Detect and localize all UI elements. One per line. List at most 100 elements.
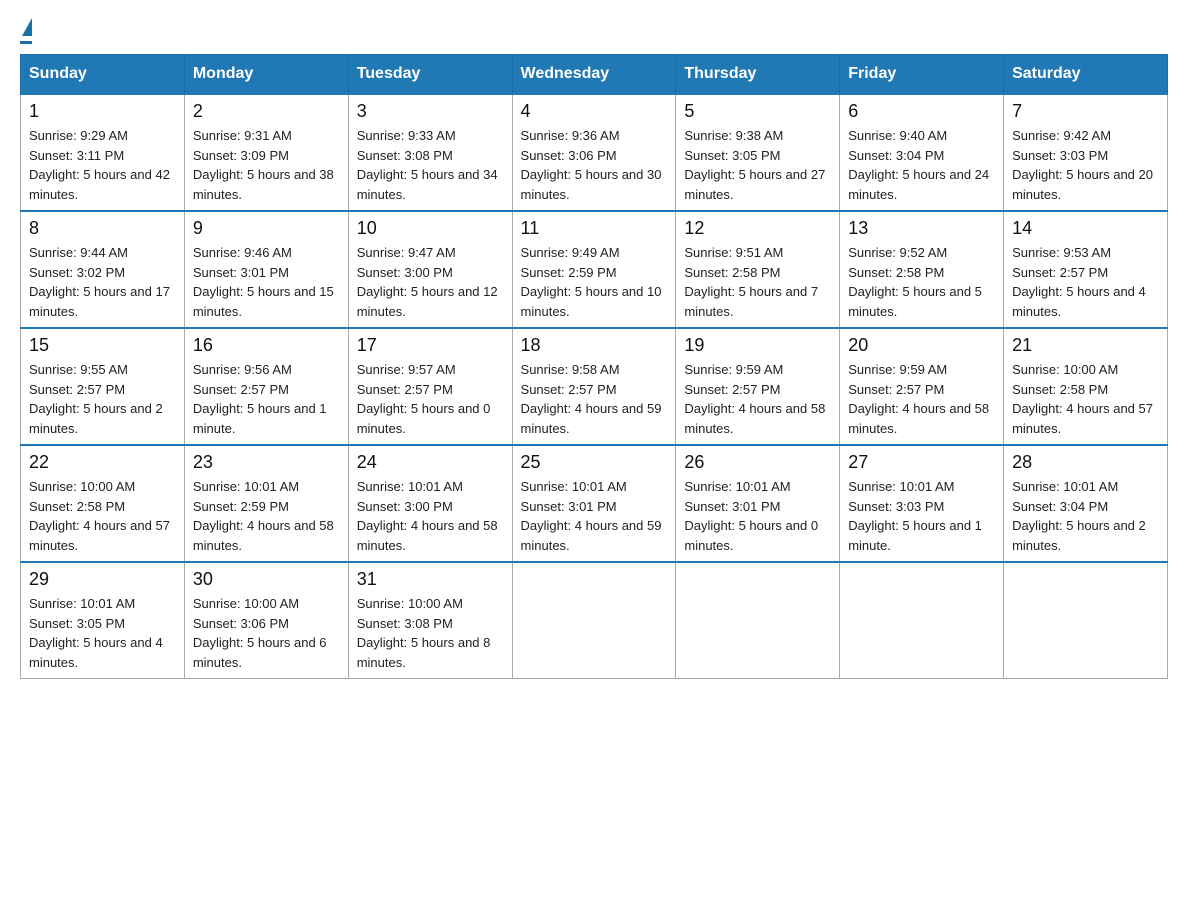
day-number: 14 [1012,218,1159,239]
day-info: Sunrise: 9:56 AM Sunset: 2:57 PM Dayligh… [193,360,340,438]
day-info: Sunrise: 9:55 AM Sunset: 2:57 PM Dayligh… [29,360,176,438]
day-info: Sunrise: 10:01 AM Sunset: 3:05 PM Daylig… [29,594,176,672]
calendar-cell: 7 Sunrise: 9:42 AM Sunset: 3:03 PM Dayli… [1004,94,1168,211]
day-info: Sunrise: 10:00 AM Sunset: 2:58 PM Daylig… [1012,360,1159,438]
day-info: Sunrise: 9:44 AM Sunset: 3:02 PM Dayligh… [29,243,176,321]
day-number: 16 [193,335,340,356]
calendar-cell: 24 Sunrise: 10:01 AM Sunset: 3:00 PM Day… [348,445,512,562]
day-info: Sunrise: 9:38 AM Sunset: 3:05 PM Dayligh… [684,126,831,204]
calendar-week-row: 8 Sunrise: 9:44 AM Sunset: 3:02 PM Dayli… [21,211,1168,328]
calendar-cell: 16 Sunrise: 9:56 AM Sunset: 2:57 PM Dayl… [184,328,348,445]
calendar-cell: 4 Sunrise: 9:36 AM Sunset: 3:06 PM Dayli… [512,94,676,211]
day-info: Sunrise: 10:00 AM Sunset: 3:08 PM Daylig… [357,594,504,672]
day-number: 13 [848,218,995,239]
calendar-cell: 27 Sunrise: 10:01 AM Sunset: 3:03 PM Day… [840,445,1004,562]
calendar-cell [512,562,676,679]
day-info: Sunrise: 9:58 AM Sunset: 2:57 PM Dayligh… [521,360,668,438]
calendar-week-row: 29 Sunrise: 10:01 AM Sunset: 3:05 PM Day… [21,562,1168,679]
day-info: Sunrise: 9:40 AM Sunset: 3:04 PM Dayligh… [848,126,995,204]
calendar-cell: 12 Sunrise: 9:51 AM Sunset: 2:58 PM Dayl… [676,211,840,328]
day-number: 5 [684,101,831,122]
day-number: 9 [193,218,340,239]
calendar-cell: 22 Sunrise: 10:00 AM Sunset: 2:58 PM Day… [21,445,185,562]
weekday-header-monday: Monday [184,55,348,95]
weekday-header-saturday: Saturday [1004,55,1168,95]
calendar-cell: 28 Sunrise: 10:01 AM Sunset: 3:04 PM Day… [1004,445,1168,562]
weekday-header-thursday: Thursday [676,55,840,95]
day-number: 8 [29,218,176,239]
calendar-week-row: 22 Sunrise: 10:00 AM Sunset: 2:58 PM Day… [21,445,1168,562]
day-number: 17 [357,335,504,356]
day-info: Sunrise: 9:33 AM Sunset: 3:08 PM Dayligh… [357,126,504,204]
day-info: Sunrise: 9:46 AM Sunset: 3:01 PM Dayligh… [193,243,340,321]
day-number: 4 [521,101,668,122]
calendar-cell: 25 Sunrise: 10:01 AM Sunset: 3:01 PM Day… [512,445,676,562]
weekday-header-row: SundayMondayTuesdayWednesdayThursdayFrid… [21,55,1168,95]
calendar-cell: 31 Sunrise: 10:00 AM Sunset: 3:08 PM Day… [348,562,512,679]
calendar-cell [676,562,840,679]
calendar-cell: 3 Sunrise: 9:33 AM Sunset: 3:08 PM Dayli… [348,94,512,211]
day-number: 11 [521,218,668,239]
calendar-cell: 14 Sunrise: 9:53 AM Sunset: 2:57 PM Dayl… [1004,211,1168,328]
calendar-cell [1004,562,1168,679]
calendar-week-row: 1 Sunrise: 9:29 AM Sunset: 3:11 PM Dayli… [21,94,1168,211]
calendar-cell: 30 Sunrise: 10:00 AM Sunset: 3:06 PM Day… [184,562,348,679]
day-number: 10 [357,218,504,239]
day-number: 30 [193,569,340,590]
day-info: Sunrise: 10:01 AM Sunset: 3:01 PM Daylig… [684,477,831,555]
day-number: 27 [848,452,995,473]
day-info: Sunrise: 9:42 AM Sunset: 3:03 PM Dayligh… [1012,126,1159,204]
day-info: Sunrise: 9:59 AM Sunset: 2:57 PM Dayligh… [684,360,831,438]
calendar-cell: 8 Sunrise: 9:44 AM Sunset: 3:02 PM Dayli… [21,211,185,328]
day-number: 28 [1012,452,1159,473]
day-number: 25 [521,452,668,473]
day-number: 18 [521,335,668,356]
calendar-cell: 29 Sunrise: 10:01 AM Sunset: 3:05 PM Day… [21,562,185,679]
weekday-header-wednesday: Wednesday [512,55,676,95]
calendar-cell: 18 Sunrise: 9:58 AM Sunset: 2:57 PM Dayl… [512,328,676,445]
calendar-cell: 5 Sunrise: 9:38 AM Sunset: 3:05 PM Dayli… [676,94,840,211]
day-number: 31 [357,569,504,590]
day-info: Sunrise: 9:31 AM Sunset: 3:09 PM Dayligh… [193,126,340,204]
calendar-cell: 9 Sunrise: 9:46 AM Sunset: 3:01 PM Dayli… [184,211,348,328]
day-info: Sunrise: 10:01 AM Sunset: 3:00 PM Daylig… [357,477,504,555]
weekday-header-friday: Friday [840,55,1004,95]
calendar-cell: 11 Sunrise: 9:49 AM Sunset: 2:59 PM Dayl… [512,211,676,328]
day-number: 3 [357,101,504,122]
calendar-cell: 17 Sunrise: 9:57 AM Sunset: 2:57 PM Dayl… [348,328,512,445]
day-number: 21 [1012,335,1159,356]
calendar-cell: 21 Sunrise: 10:00 AM Sunset: 2:58 PM Day… [1004,328,1168,445]
day-info: Sunrise: 9:57 AM Sunset: 2:57 PM Dayligh… [357,360,504,438]
day-number: 22 [29,452,176,473]
day-info: Sunrise: 10:00 AM Sunset: 2:58 PM Daylig… [29,477,176,555]
day-info: Sunrise: 10:01 AM Sunset: 3:01 PM Daylig… [521,477,668,555]
day-number: 26 [684,452,831,473]
day-info: Sunrise: 10:00 AM Sunset: 3:06 PM Daylig… [193,594,340,672]
calendar-cell: 10 Sunrise: 9:47 AM Sunset: 3:00 PM Dayl… [348,211,512,328]
calendar-cell: 13 Sunrise: 9:52 AM Sunset: 2:58 PM Dayl… [840,211,1004,328]
weekday-header-sunday: Sunday [21,55,185,95]
day-info: Sunrise: 9:29 AM Sunset: 3:11 PM Dayligh… [29,126,176,204]
calendar-cell: 26 Sunrise: 10:01 AM Sunset: 3:01 PM Day… [676,445,840,562]
day-info: Sunrise: 9:52 AM Sunset: 2:58 PM Dayligh… [848,243,995,321]
day-number: 1 [29,101,176,122]
calendar-table: SundayMondayTuesdayWednesdayThursdayFrid… [20,54,1168,679]
day-info: Sunrise: 10:01 AM Sunset: 3:03 PM Daylig… [848,477,995,555]
logo-triangle-icon [22,18,32,36]
page-header [20,20,1168,44]
day-number: 23 [193,452,340,473]
day-info: Sunrise: 9:53 AM Sunset: 2:57 PM Dayligh… [1012,243,1159,321]
day-info: Sunrise: 9:47 AM Sunset: 3:00 PM Dayligh… [357,243,504,321]
calendar-cell: 19 Sunrise: 9:59 AM Sunset: 2:57 PM Dayl… [676,328,840,445]
calendar-week-row: 15 Sunrise: 9:55 AM Sunset: 2:57 PM Dayl… [21,328,1168,445]
day-number: 2 [193,101,340,122]
calendar-cell: 23 Sunrise: 10:01 AM Sunset: 2:59 PM Day… [184,445,348,562]
day-info: Sunrise: 9:59 AM Sunset: 2:57 PM Dayligh… [848,360,995,438]
day-number: 6 [848,101,995,122]
logo-underline [20,41,32,44]
day-info: Sunrise: 10:01 AM Sunset: 3:04 PM Daylig… [1012,477,1159,555]
day-info: Sunrise: 9:51 AM Sunset: 2:58 PM Dayligh… [684,243,831,321]
day-number: 24 [357,452,504,473]
calendar-cell: 6 Sunrise: 9:40 AM Sunset: 3:04 PM Dayli… [840,94,1004,211]
weekday-header-tuesday: Tuesday [348,55,512,95]
